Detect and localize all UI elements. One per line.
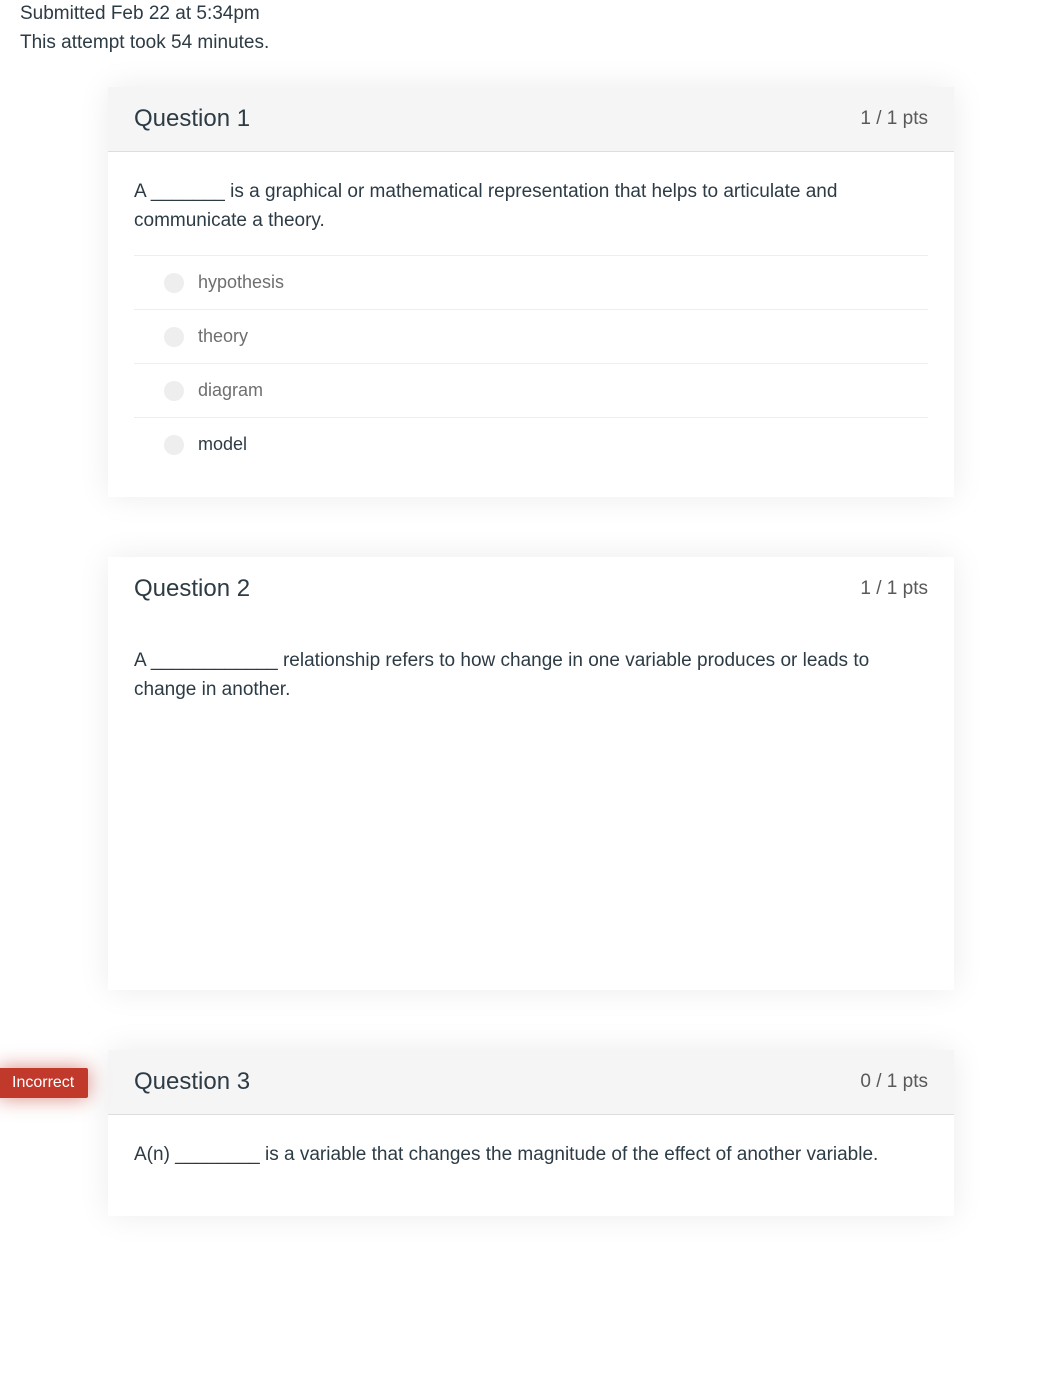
- question-points: 1 / 1 pts: [860, 108, 928, 130]
- question-header: Question 1 1 / 1 pts: [108, 87, 954, 152]
- question-prompt: A _______ is a graphical or mathematical…: [134, 178, 928, 235]
- question-prompt: A(n) ________ is a variable that changes…: [134, 1141, 928, 1170]
- question-body: A ____________ relationship refers to ho…: [108, 621, 954, 990]
- question-header: Question 3 0 / 1 pts: [108, 1050, 954, 1115]
- answer-option[interactable]: hypothesis: [134, 255, 928, 309]
- question-body: A _______ is a graphical or mathematical…: [108, 152, 954, 497]
- question-block: Question 2 1 / 1 pts A ____________ rela…: [108, 557, 954, 990]
- incorrect-flag: Incorrect: [0, 1068, 88, 1098]
- radio-icon: [164, 435, 184, 455]
- answer-text: hypothesis: [198, 272, 284, 293]
- question-block: Incorrect Question 3 0 / 1 pts A(n) ____…: [108, 1050, 954, 1216]
- answers-list: hypothesis theory diagram model: [134, 255, 928, 471]
- radio-icon: [164, 381, 184, 401]
- answer-option[interactable]: diagram: [134, 363, 928, 417]
- answer-text: theory: [198, 326, 248, 347]
- radio-icon: [164, 273, 184, 293]
- question-title: Question 1: [134, 105, 250, 133]
- answer-text: model: [198, 434, 247, 455]
- question-title: Question 2: [134, 575, 250, 603]
- question-body: A(n) ________ is a variable that changes…: [108, 1115, 954, 1216]
- question-points: 1 / 1 pts: [860, 578, 928, 600]
- answer-text: diagram: [198, 380, 263, 401]
- answer-option[interactable]: model: [134, 417, 928, 471]
- answer-option[interactable]: theory: [134, 309, 928, 363]
- submitted-text: Submitted Feb 22 at 5:34pm: [20, 0, 1042, 29]
- question-prompt: A ____________ relationship refers to ho…: [134, 647, 928, 704]
- question-points: 0 / 1 pts: [860, 1071, 928, 1093]
- radio-icon: [164, 327, 184, 347]
- question-block: Question 1 1 / 1 pts A _______ is a grap…: [108, 87, 954, 497]
- question-header: Question 2 1 / 1 pts: [108, 557, 954, 621]
- duration-text: This attempt took 54 minutes.: [20, 29, 1042, 58]
- question-title: Question 3: [134, 1068, 250, 1096]
